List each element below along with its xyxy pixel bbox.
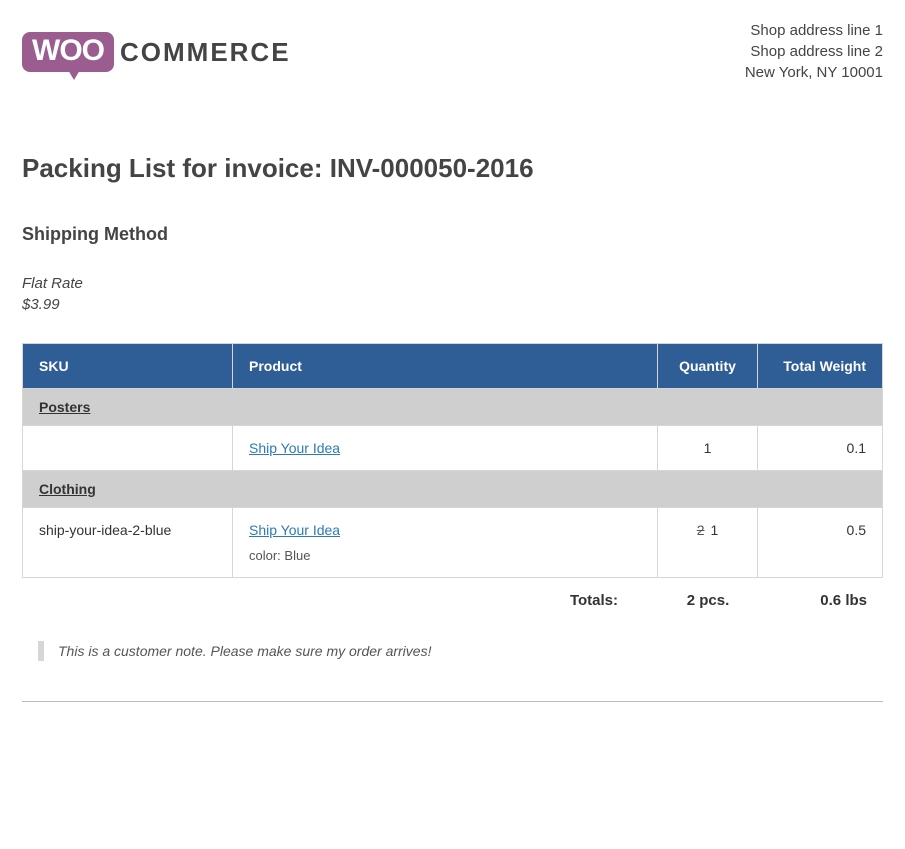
cell-quantity: 2 1	[658, 508, 758, 578]
col-header-product: Product	[233, 344, 658, 389]
logo-badge-icon: WOO	[22, 32, 114, 72]
totals-label: Totals:	[570, 592, 658, 609]
cell-sku	[23, 426, 233, 471]
cell-weight: 0.5	[758, 508, 883, 578]
customer-note: This is a customer note. Please make sur…	[38, 641, 883, 661]
shop-address-line1: Shop address line 1	[745, 20, 883, 41]
category-header: Posters	[23, 389, 883, 426]
footer-divider	[22, 701, 883, 702]
table-row: Ship Your Idea 10.1	[23, 426, 883, 471]
shop-address-line3: New York, NY 10001	[745, 62, 883, 83]
category-header: Clothing	[23, 471, 883, 508]
items-table: SKU Product Quantity Total Weight Poster…	[22, 343, 883, 578]
logo: WOO COMMERCE	[22, 20, 291, 72]
product-link[interactable]: Ship Your Idea	[249, 522, 340, 538]
cell-weight: 0.1	[758, 426, 883, 471]
col-header-total-weight: Total Weight	[758, 344, 883, 389]
page-title: Packing List for invoice: INV-000050-201…	[22, 153, 883, 184]
logo-text: COMMERCE	[120, 37, 291, 68]
shipping-method-detail: Flat Rate $3.99	[22, 273, 883, 315]
product-meta: color: Blue	[249, 548, 641, 563]
cell-product: Ship Your Idea	[233, 426, 658, 471]
shipping-method-price: $3.99	[22, 294, 883, 315]
cell-product: Ship Your Idea color: Blue	[233, 508, 658, 578]
col-header-quantity: Quantity	[658, 344, 758, 389]
shop-address: Shop address line 1 Shop address line 2 …	[745, 20, 883, 83]
document-header: WOO COMMERCE Shop address line 1 Shop ad…	[22, 20, 883, 83]
table-row: ship-your-idea-2-blue Ship Your Idea color…	[23, 508, 883, 578]
shipping-method-name: Flat Rate	[22, 273, 883, 294]
product-link[interactable]: Ship Your Idea	[249, 440, 340, 456]
shop-address-line2: Shop address line 2	[745, 41, 883, 62]
totals-weight: 0.6 lbs	[758, 592, 883, 609]
shipping-method-heading: Shipping Method	[22, 224, 883, 245]
cell-quantity: 1	[658, 426, 758, 471]
col-header-sku: SKU	[23, 344, 233, 389]
totals-qty: 2 pcs.	[658, 592, 758, 609]
cell-sku: ship-your-idea-2-blue	[23, 508, 233, 578]
totals-row: Totals: 2 pcs. 0.6 lbs	[22, 592, 883, 609]
